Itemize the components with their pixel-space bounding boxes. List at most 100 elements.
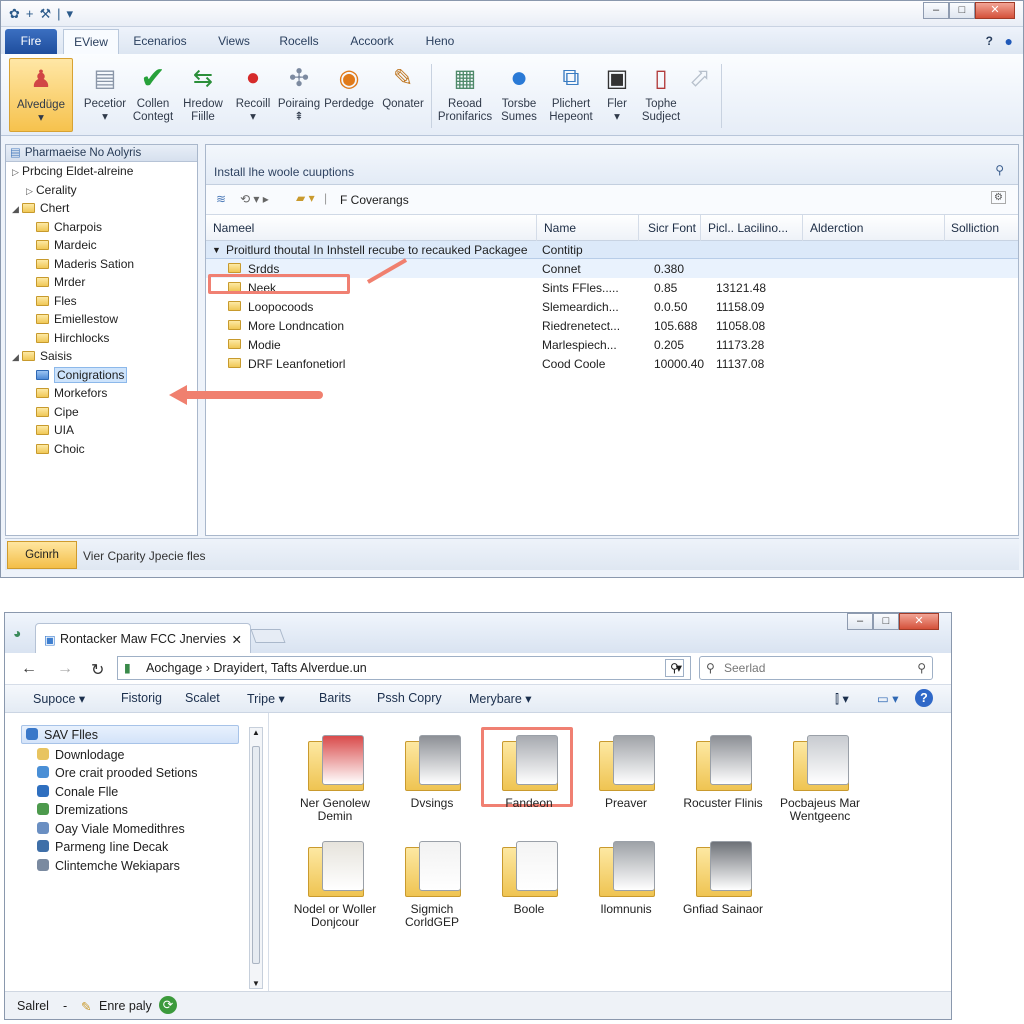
app-icon[interactable]: ✿ — [9, 6, 20, 22]
search-go-icon[interactable]: ⚲ — [665, 659, 684, 677]
folder-tile[interactable]: Dvsings — [382, 735, 482, 835]
folder-tile[interactable]: Rocuster Flinis — [673, 735, 773, 835]
tab-heno[interactable]: Heno — [419, 29, 461, 54]
close-button[interactable]: ✕ — [975, 2, 1015, 19]
nav-item[interactable]: Ore crait prooded Setions — [21, 764, 239, 783]
column-header-solliction[interactable]: Solliction — [951, 221, 999, 235]
tree-item[interactable]: ▷ Prbcing Eldet-alreine — [6, 162, 197, 181]
pin-icon[interactable]: ⚲ — [995, 163, 1004, 177]
folder-tile[interactable]: Nodel or Woller Donjcour — [285, 841, 385, 941]
ribbon-button-perdedge[interactable]: ◉ Perdedge — [319, 58, 379, 132]
tab-file[interactable]: Fire — [5, 29, 57, 54]
layers-icon[interactable]: ≋ — [216, 192, 226, 206]
tab-scenarios[interactable]: Ecenarios — [125, 29, 195, 54]
command-scalet[interactable]: Scalet — [185, 691, 220, 705]
nav-item[interactable]: Parmeng Iine Decak — [21, 838, 239, 857]
help-question-icon[interactable]: ? — [986, 29, 993, 54]
folder-tile[interactable]: Ilomnunis — [576, 841, 676, 941]
maximize-button[interactable]: □ — [873, 613, 899, 630]
tree-item[interactable]: Mrder — [6, 273, 197, 292]
settings-icon[interactable]: ⚙ — [991, 191, 1006, 204]
command-merybare[interactable]: Merybare ▾ — [469, 691, 532, 706]
tree-item[interactable]: Charpois — [6, 218, 197, 237]
tree-item[interactable]: Mardeic — [6, 236, 197, 255]
collapse-arrow-icon[interactable]: ▷ — [12, 163, 22, 182]
table-row[interactable]: More Londncation Riedrenetect... 105.688 11… — [206, 316, 1018, 335]
table-row[interactable]: Loopocoods Slemeardich... 0.0.50 11158.09 — [206, 297, 1018, 316]
command-tripe[interactable]: Tripe ▾ — [247, 691, 285, 706]
forward-arrow-icon[interactable]: → — [57, 660, 73, 678]
nav-item[interactable]: Clintemche Wekiapars — [21, 857, 239, 876]
tab-accoork[interactable]: Accoork — [341, 29, 403, 54]
column-header-size[interactable]: Sicr Font — [648, 221, 696, 235]
sync-icon[interactable]: ⟳ — [159, 996, 177, 1014]
scroll-up-icon[interactable]: ▲ — [252, 728, 260, 737]
folder-icon[interactable]: ▰ ▾ — [296, 191, 315, 205]
nav-item[interactable]: Conale Flle — [21, 783, 239, 802]
tree-item[interactable]: ◢ Saisis — [6, 347, 197, 366]
expand-arrow-icon[interactable]: ◢ — [12, 348, 22, 367]
address-field[interactable]: ▮ Aochgage › Drayidert, Tafts Alverdue.u… — [117, 656, 691, 680]
close-button[interactable]: ✕ — [899, 613, 939, 630]
collapse-arrow-icon[interactable]: ▷ — [26, 182, 36, 201]
new-tab-button[interactable] — [250, 629, 286, 643]
tab-rocells[interactable]: Rocells — [273, 29, 325, 54]
command-fistorig[interactable]: Fistorig — [121, 691, 162, 705]
scrollbar[interactable]: ▲ ▼ — [249, 727, 263, 989]
ribbon-button-reoad-pronifarics[interactable]: ▦ Reoad Pronifarics — [435, 58, 495, 132]
search-input[interactable]: ⚲ Seerlad ⚲ — [699, 656, 933, 680]
tree-item[interactable]: UIA — [6, 421, 197, 440]
folder-tile[interactable]: Gnfiad Sainaor — [673, 841, 773, 941]
column-header-type[interactable]: Name — [544, 221, 576, 235]
minimize-button[interactable]: – — [923, 2, 949, 19]
tree-item[interactable]: Emiellestow — [6, 310, 197, 329]
tree-item[interactable]: Maderis Sation — [6, 255, 197, 274]
tab-view[interactable]: EView — [63, 29, 119, 54]
explorer-tab[interactable]: ▣ Rontacker Maw FCC Jnervies ✕ — [35, 623, 251, 653]
tab-views[interactable]: Views — [209, 29, 259, 54]
add-icon[interactable]: + — [26, 6, 34, 22]
scroll-down-icon[interactable]: ▼ — [252, 979, 260, 988]
tree-item[interactable]: Hirchlocks — [6, 329, 197, 348]
table-row[interactable]: DRF Leanfonetiorl Cood Coole 10000.40 11137… — [206, 354, 1018, 373]
minimize-button[interactable]: – — [847, 613, 873, 630]
refresh-icon[interactable]: ↻ — [91, 660, 104, 680]
breadcrumb[interactable]: F Coverangs — [340, 193, 409, 207]
tree-item[interactable]: ◢ Chert — [6, 199, 197, 218]
table-row[interactable]: Modie Marlespiech... 0.205 11173.28 — [206, 335, 1018, 354]
status-button[interactable]: Gcinrh — [7, 541, 77, 569]
nav-item[interactable]: SAV Flles — [21, 725, 239, 744]
ribbon-button-tophe-sudject[interactable]: ▯ Tophe Sudject — [631, 58, 691, 132]
command-barits[interactable]: Barits — [319, 691, 351, 705]
layout-icon[interactable]: ⫿ ▾ — [835, 691, 849, 707]
maximize-button[interactable]: □ — [949, 2, 975, 19]
column-header-date[interactable]: Picl.. Lacilino... — [708, 221, 788, 235]
command-supoce[interactable]: Supoce ▾ — [33, 691, 85, 706]
folder-tile[interactable]: Fandeon — [479, 735, 579, 835]
folder-tile[interactable]: Ner Genolew Demin — [285, 735, 385, 835]
column-header-alderction[interactable]: Alderction — [810, 221, 863, 235]
refresh-icon[interactable]: ⟲ ▾ ▸ — [240, 192, 269, 206]
wrench-icon[interactable]: ⚒ — [40, 6, 52, 22]
folder-tile[interactable]: Pocbajeus Mar Wentgeenc — [770, 735, 870, 835]
group-header-row[interactable]: ▼ Proitlurd thoutal In Inhstell recube t… — [206, 241, 1018, 259]
tree-item[interactable]: ▷ Cerality — [6, 181, 197, 200]
close-tab-icon[interactable]: ✕ — [232, 632, 242, 647]
nav-item[interactable]: Dremizations — [21, 801, 239, 820]
expand-arrow-icon[interactable]: ◢ — [12, 200, 22, 219]
nav-item[interactable]: Downlodage — [21, 746, 239, 765]
column-header-name[interactable]: Nameel — [213, 221, 254, 235]
view-icon[interactable]: ▭ ▾ — [877, 691, 899, 706]
ribbon-button-alvedge[interactable]: ♟ Alvedüge ▾ — [9, 58, 73, 132]
command-push-copy[interactable]: Pssh Copry — [377, 691, 442, 705]
scrollbar-thumb[interactable] — [252, 746, 260, 964]
back-arrow-icon[interactable]: ← — [21, 660, 37, 678]
dropdown-icon[interactable]: ▾ — [67, 6, 74, 22]
help-icon[interactable]: ? — [915, 689, 933, 707]
tree-item[interactable]: Choic — [6, 440, 197, 459]
tree-item[interactable]: Fles — [6, 292, 197, 311]
nav-item[interactable]: Oay Viale Momedithres — [21, 820, 239, 839]
ribbon-button-torsbe-sumes[interactable]: ● Torsbe Sumes — [489, 58, 549, 132]
collapse-triangle-icon[interactable]: ▼ — [212, 245, 221, 255]
tree-item[interactable]: Conigrations — [6, 366, 197, 385]
